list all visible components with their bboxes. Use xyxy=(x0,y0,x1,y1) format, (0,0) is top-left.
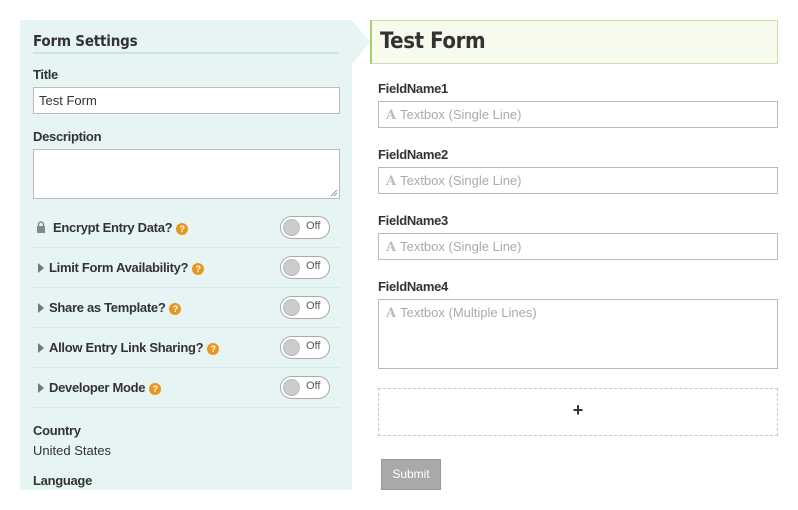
add-field-button[interactable]: + xyxy=(378,388,778,436)
option-label: Share as Template?? xyxy=(49,300,182,315)
limit-availability-toggle[interactable]: Off xyxy=(280,256,330,279)
option-share-as-template[interactable]: Share as Template?? Off xyxy=(33,288,340,328)
form-settings-panel: Form Settings Title Description Encrypt … xyxy=(20,20,352,490)
option-label: Encrypt Entry Data?? xyxy=(53,220,189,235)
language-label: Language xyxy=(33,473,92,488)
plus-icon: + xyxy=(572,400,584,420)
country-label: Country xyxy=(33,423,81,438)
lock-icon xyxy=(37,221,45,233)
title-label: Title xyxy=(33,67,58,82)
text-field-icon: A xyxy=(386,108,397,123)
option-label: Developer Mode? xyxy=(49,380,162,395)
field-input[interactable]: A Textbox (Single Line) xyxy=(378,167,778,194)
text-field-icon: A xyxy=(386,306,397,321)
text-field-icon: A xyxy=(386,240,397,255)
field-textarea[interactable]: A Textbox (Multiple Lines) xyxy=(378,299,778,369)
caret-right-icon[interactable] xyxy=(38,343,44,353)
field-label: FieldName2 xyxy=(378,147,448,162)
field-placeholder: A Textbox (Multiple Lines) xyxy=(386,305,537,321)
toggle-knob xyxy=(283,259,300,276)
toggle-state: Off xyxy=(306,380,321,392)
help-icon[interactable]: ? xyxy=(176,223,189,235)
field-label: FieldName3 xyxy=(378,213,448,228)
help-icon[interactable]: ? xyxy=(149,383,162,395)
panel-pointer xyxy=(352,20,370,64)
field-placeholder: A Textbox (Single Line) xyxy=(386,173,522,189)
option-label: Limit Form Availability?? xyxy=(49,260,205,275)
toggle-state: Off xyxy=(306,220,321,232)
option-allow-entry-link-sharing[interactable]: Allow Entry Link Sharing?? Off xyxy=(33,328,340,368)
field-input[interactable]: A Textbox (Single Line) xyxy=(378,101,778,128)
caret-right-icon[interactable] xyxy=(38,383,44,393)
field-label: FieldName1 xyxy=(378,81,448,96)
field-label: FieldName4 xyxy=(378,279,448,294)
description-label: Description xyxy=(33,129,102,144)
option-label: Allow Entry Link Sharing?? xyxy=(49,340,220,355)
toggle-knob xyxy=(283,219,300,236)
caret-right-icon[interactable] xyxy=(38,303,44,313)
toggle-state: Off xyxy=(306,260,321,272)
option-developer-mode[interactable]: Developer Mode? Off xyxy=(33,368,340,408)
field-placeholder: A Textbox (Single Line) xyxy=(386,239,522,255)
toggle-knob xyxy=(283,379,300,396)
submit-button[interactable]: Submit xyxy=(381,459,441,490)
entry-link-sharing-toggle[interactable]: Off xyxy=(280,336,330,359)
description-textarea[interactable] xyxy=(33,149,340,199)
caret-right-icon[interactable] xyxy=(38,263,44,273)
form-header: Test Form xyxy=(370,20,778,64)
encrypt-toggle[interactable]: Off xyxy=(280,216,330,239)
text-field-icon: A xyxy=(386,174,397,189)
resize-grip-icon[interactable] xyxy=(329,188,338,197)
field-input[interactable]: A Textbox (Single Line) xyxy=(378,233,778,260)
country-value[interactable]: United States xyxy=(33,443,111,458)
help-icon[interactable]: ? xyxy=(207,343,220,355)
developer-mode-toggle[interactable]: Off xyxy=(280,376,330,399)
toggle-state: Off xyxy=(306,300,321,312)
option-limit-form-availability[interactable]: Limit Form Availability?? Off xyxy=(33,248,340,288)
toggle-knob xyxy=(283,339,300,356)
help-icon[interactable]: ? xyxy=(169,303,182,315)
form-title: Test Form xyxy=(380,29,486,54)
help-icon[interactable]: ? xyxy=(192,263,205,275)
toggle-state: Off xyxy=(306,340,321,352)
settings-heading-divider xyxy=(33,52,339,54)
title-input[interactable] xyxy=(33,87,340,114)
field-placeholder: A Textbox (Single Line) xyxy=(386,107,522,123)
toggle-knob xyxy=(283,299,300,316)
share-template-toggle[interactable]: Off xyxy=(280,296,330,319)
settings-heading: Form Settings xyxy=(33,32,138,50)
option-encrypt-entry-data: Encrypt Entry Data?? Off xyxy=(33,208,340,248)
